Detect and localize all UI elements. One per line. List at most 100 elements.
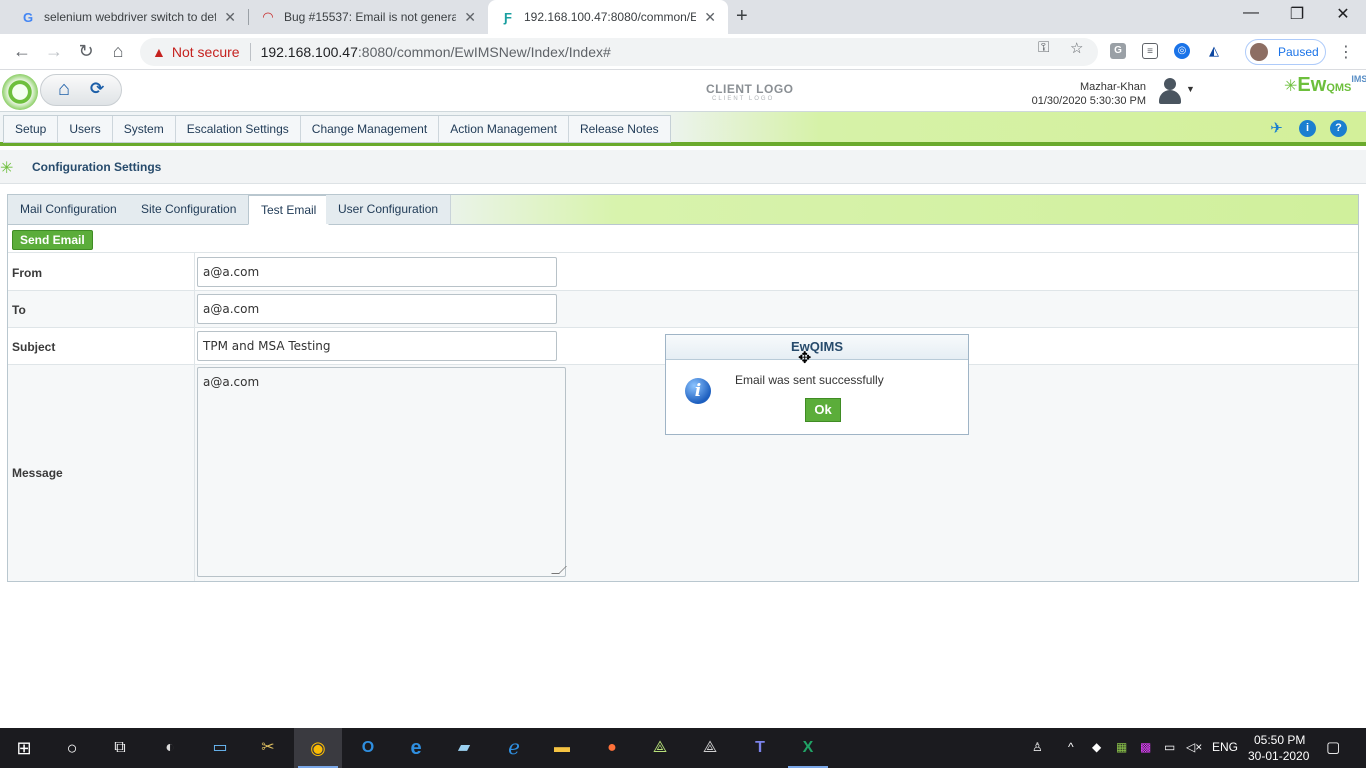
row-divider	[194, 291, 195, 327]
show-hidden-icons-icon[interactable]: ^	[1068, 740, 1074, 754]
outlook-icon[interactable]: O	[356, 736, 380, 760]
chrome-menu-icon[interactable]: ⋮	[1338, 42, 1354, 62]
page-title: Configuration Settings	[32, 160, 162, 174]
url-text[interactable]: 192.168.100.47:8080/common/EwIMSNew/Inde…	[261, 44, 611, 60]
chrome-icon[interactable]: ◉	[306, 736, 330, 760]
tray-app-2-icon[interactable]: ▦	[1116, 740, 1127, 754]
notifications-icon[interactable]: ▢	[1326, 738, 1340, 756]
menu-action-management[interactable]: Action Management	[439, 116, 569, 142]
info-icon[interactable]: i	[1299, 120, 1316, 137]
clock-time[interactable]: 05:50 PM	[1254, 733, 1305, 747]
key-icon[interactable]: ⚿	[1038, 39, 1049, 56]
redmine-icon: ◠	[263, 9, 273, 24]
internet-explorer-icon[interactable]: ℯ	[502, 736, 526, 760]
to-field[interactable]: a@a.com	[197, 294, 557, 324]
firefox-icon[interactable]: ●	[600, 736, 624, 760]
chevron-down-icon[interactable]: ▼	[1186, 84, 1195, 94]
home-browser-icon[interactable]: ⌂	[106, 41, 130, 62]
restore-icon[interactable]: ❐	[1274, 4, 1320, 24]
tray-app-icon[interactable]: ◆	[1092, 740, 1101, 754]
tray-app-3-icon[interactable]: ▩	[1140, 740, 1151, 754]
app-logo-icon[interactable]	[2, 74, 38, 110]
profile-button[interactable]: Paused	[1245, 39, 1326, 65]
tab-title: 192.168.100.47:8080/common/Ew	[524, 10, 697, 24]
breadcrumb-sun-icon: ✳	[0, 160, 14, 177]
tab-test-email[interactable]: Test Email	[248, 195, 330, 225]
menu-escalation-settings[interactable]: Escalation Settings	[176, 116, 301, 142]
teams-icon[interactable]: T	[748, 736, 772, 760]
close-window-icon[interactable]: ✕	[1320, 4, 1366, 24]
row-divider	[194, 253, 195, 290]
resize-grip-icon[interactable]	[551, 566, 567, 574]
menu-change-management[interactable]: Change Management	[301, 116, 440, 142]
row-divider	[194, 365, 195, 581]
menu-setup[interactable]: Setup	[4, 116, 59, 142]
file-explorer-icon[interactable]: ▬	[550, 736, 574, 760]
brand-logo: ✳EwQMSIMS	[1284, 74, 1366, 97]
minimize-icon[interactable]: —	[1228, 4, 1274, 22]
extension-grammar-icon[interactable]: G	[1110, 43, 1126, 59]
close-tab-icon[interactable]: ✕	[464, 9, 476, 26]
bookmark-star-icon[interactable]: ☆	[1070, 39, 1083, 57]
not-secure-label[interactable]: Not secure	[172, 44, 240, 60]
main-menu-bar: Setup Users System Escalation Settings C…	[0, 112, 1366, 146]
browser-tab-bug[interactable]: ◠ Bug #15537: Email is not generat ✕	[248, 0, 488, 34]
excel-icon[interactable]: X	[796, 736, 820, 760]
clock-date[interactable]: 30-01-2020	[1248, 749, 1309, 763]
forward-icon[interactable]: →	[42, 41, 66, 62]
config-tab-bar: Mail Configuration Site Configuration Te…	[8, 195, 1358, 225]
extension-doc-icon[interactable]: ≡	[1142, 43, 1158, 59]
google-icon: G	[22, 9, 34, 25]
task-view-icon[interactable]: ⧉	[108, 736, 132, 760]
refresh-icon[interactable]: ⟳	[90, 79, 104, 99]
edge-icon[interactable]: e	[404, 736, 428, 760]
extension-search-icon[interactable]: ◎	[1174, 43, 1190, 59]
help-icon[interactable]: ?	[1330, 120, 1347, 137]
search-icon[interactable]: ○	[60, 736, 84, 760]
menu-users[interactable]: Users	[58, 116, 113, 142]
close-tab-icon[interactable]: ✕	[224, 9, 236, 26]
new-tab-icon[interactable]: +	[736, 5, 748, 28]
subject-label: Subject	[12, 340, 56, 354]
extension-drive-icon[interactable]: ◭	[1206, 43, 1222, 59]
menu-release-notes[interactable]: Release Notes	[569, 116, 670, 142]
message-textarea[interactable]: a@a.com	[197, 367, 567, 577]
from-field[interactable]: a@a.com	[197, 257, 557, 287]
from-label: From	[12, 266, 42, 280]
close-tab-icon[interactable]: ✕	[704, 9, 716, 26]
pin-icon[interactable]: ✈	[1268, 120, 1285, 137]
home-icon[interactable]: ⌂	[58, 78, 70, 101]
windows-start-icon[interactable]: ⊞	[12, 736, 36, 760]
people-icon[interactable]: ♙	[1032, 740, 1043, 754]
user-avatar-icon[interactable]	[1158, 76, 1182, 106]
address-bar[interactable]: ▲ Not secure 192.168.100.47:8080/common/…	[140, 38, 1098, 66]
info-icon: i	[685, 378, 711, 404]
subject-field[interactable]: TPM and MSA Testing	[197, 331, 557, 361]
browser-tab-selenium[interactable]: G selenium webdriver switch to def ✕	[8, 0, 248, 34]
move-cursor-icon: ✥	[798, 350, 812, 367]
tab-mail-configuration[interactable]: Mail Configuration	[8, 195, 130, 224]
windows-taskbar: ⊞ ○ ⧉ ◐ ▭ ✂ ◉ O e ▰ ℯ ▬ ● ⟁ ⟁ T X ♙ ^ ◆ …	[0, 728, 1366, 768]
language-indicator[interactable]: ENG	[1212, 740, 1238, 754]
tab-title: Bug #15537: Email is not generat	[284, 10, 457, 24]
client-logo: CLIENT LOGO	[706, 82, 794, 96]
browser-tab-ewqims[interactable]: Ƒ 192.168.100.47:8080/common/Ew ✕	[488, 0, 728, 34]
network-app-2-icon[interactable]: ⟁	[698, 736, 722, 760]
dialog-title[interactable]: EwQIMS	[666, 335, 968, 360]
tools-icon[interactable]: ✂	[256, 736, 280, 760]
ok-button[interactable]: Ok	[805, 398, 841, 422]
eclipse-icon[interactable]: ◐	[158, 736, 182, 760]
computer-icon[interactable]: ▭	[208, 736, 232, 760]
send-email-button[interactable]: Send Email	[12, 230, 93, 250]
tab-site-configuration[interactable]: Site Configuration	[129, 195, 250, 224]
volume-icon[interactable]: ◁×	[1186, 740, 1202, 754]
menu-system[interactable]: System	[113, 116, 176, 142]
main-menu: Setup Users System Escalation Settings C…	[3, 115, 671, 143]
network-icon[interactable]: ▭	[1164, 740, 1175, 754]
reload-icon[interactable]: ↻	[74, 41, 98, 62]
notepad-icon[interactable]: ▰	[452, 736, 476, 760]
brand-sun-icon: ✳	[1284, 78, 1298, 95]
back-icon[interactable]: ←	[10, 41, 34, 62]
tab-user-configuration[interactable]: User Configuration	[326, 195, 452, 224]
network-app-icon[interactable]: ⟁	[648, 736, 672, 760]
